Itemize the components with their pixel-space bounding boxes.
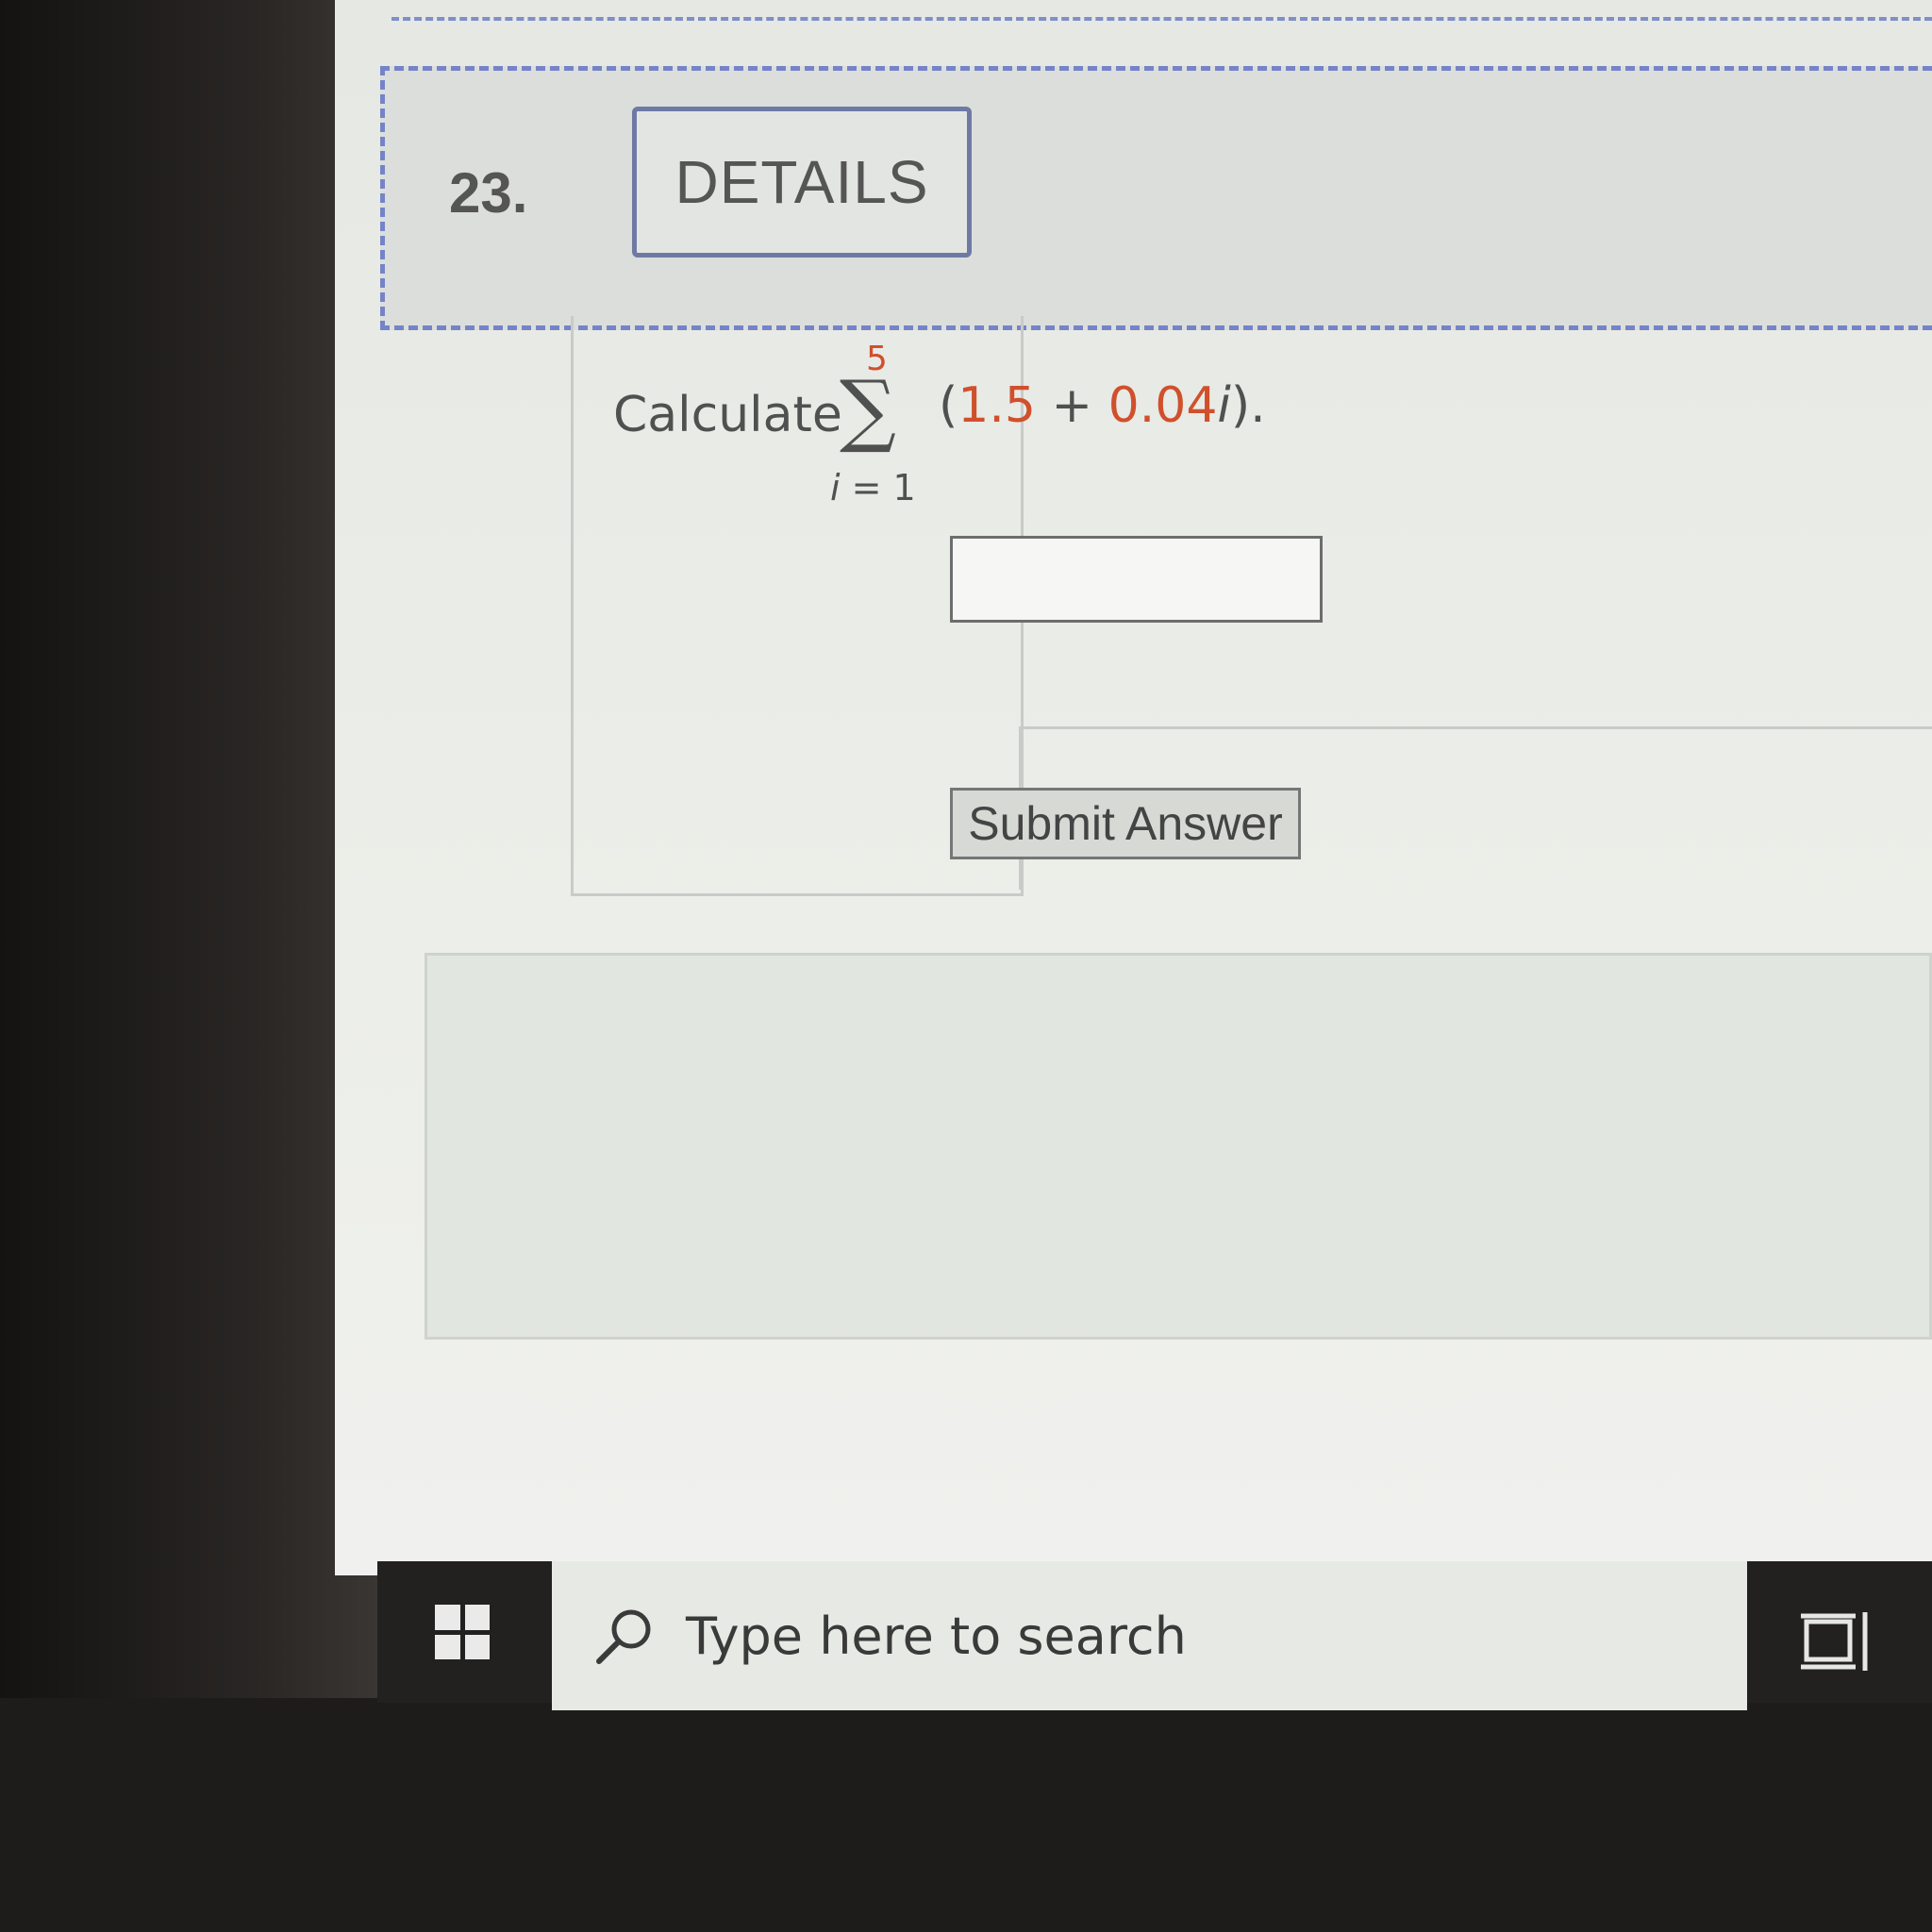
sigma-icon: ∑ xyxy=(840,363,896,456)
sum-lower-limit: i = 1 xyxy=(830,467,916,508)
windows-logo-icon xyxy=(435,1605,490,1659)
expr-close: ). xyxy=(1230,377,1266,434)
answer-input[interactable] xyxy=(950,536,1323,623)
sum-expression: (1.5 + 0.04i). xyxy=(939,377,1266,434)
expr-open: ( xyxy=(939,377,958,434)
summation: 5 ∑ i = 1 xyxy=(830,340,924,519)
screen-bezel-bottom xyxy=(0,1698,1932,1932)
sum-lower-value: = 1 xyxy=(840,467,916,508)
details-button[interactable]: DETAILS xyxy=(632,107,972,258)
submit-answer-button[interactable]: Submit Answer xyxy=(950,788,1301,859)
expr-coefficient: 0.04 xyxy=(1108,377,1218,434)
expr-plus: + xyxy=(1036,377,1108,434)
expr-constant: 1.5 xyxy=(958,377,1036,434)
start-button[interactable] xyxy=(377,1561,547,1703)
taskbar-search-box[interactable]: Type here to search xyxy=(552,1561,1747,1710)
next-question-panel xyxy=(425,953,1932,1340)
screen-bezel-left xyxy=(0,0,377,1932)
question-header: 23. DETAILS xyxy=(380,66,1932,330)
search-placeholder: Type here to search xyxy=(686,1606,1187,1666)
question-number: 23. xyxy=(449,161,528,225)
previous-question-border xyxy=(391,0,1932,21)
search-icon xyxy=(591,1603,658,1669)
prompt-text: Calculate xyxy=(613,387,842,443)
task-view-icon xyxy=(1801,1612,1868,1671)
task-view-button[interactable] xyxy=(1792,1604,1877,1679)
expr-variable: i xyxy=(1217,377,1231,434)
sum-index-variable: i xyxy=(830,467,841,508)
